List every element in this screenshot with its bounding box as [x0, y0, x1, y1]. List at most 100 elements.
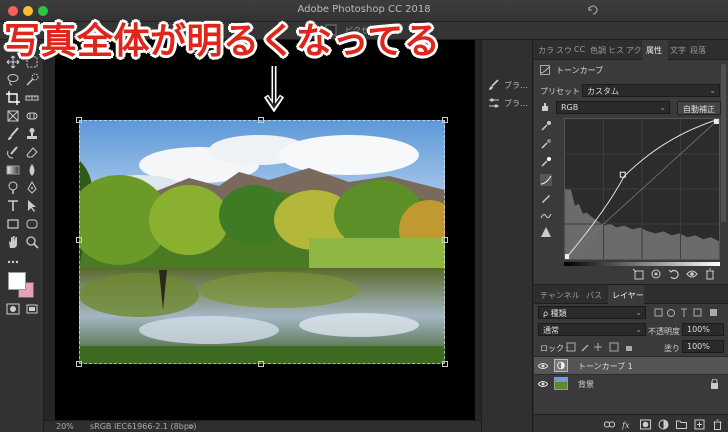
blur-tool-icon[interactable] — [25, 163, 39, 177]
layer-row-curves[interactable]: トーンカーブ 1 — [534, 356, 728, 374]
quick-selection-icon[interactable] — [25, 73, 39, 87]
adjustment-layer-icon[interactable] — [658, 419, 669, 430]
smooth-curve-icon[interactable] — [540, 210, 552, 222]
new-group-folder-icon[interactable] — [676, 419, 687, 430]
quick-mask-icon[interactable] — [6, 302, 20, 316]
annotation-caption: 写真全体が明るくなってる — [4, 21, 441, 62]
preset-dropdown[interactable]: カスタム ⌄ — [582, 84, 720, 97]
stamp-tool-icon[interactable] — [25, 127, 39, 141]
curve-point-tool-icon[interactable] — [540, 174, 552, 186]
gradient-tool-icon[interactable] — [6, 163, 20, 177]
tab-cc-libraries[interactable]: CC — [574, 45, 585, 54]
tab-actions[interactable]: アク — [626, 45, 642, 56]
brush-settings-icon — [489, 79, 499, 90]
auto-button[interactable]: 自動補正 — [677, 101, 721, 115]
delete-layer-trash-icon[interactable] — [712, 419, 723, 430]
dock-item-label: ブラ... — [504, 81, 528, 90]
properties-scrollbar[interactable] — [721, 64, 726, 222]
visibility-eye-icon[interactable] — [538, 379, 548, 389]
crop-handle-top-right[interactable] — [442, 117, 448, 123]
lock-icon — [711, 379, 718, 389]
crop-tool-icon[interactable] — [6, 91, 20, 105]
chevron-down-icon: ⌄ — [635, 308, 642, 317]
path-selection-icon[interactable] — [25, 199, 39, 213]
dock-brush-settings[interactable]: ブラ... — [488, 78, 532, 92]
ruler-tool-icon[interactable] — [25, 91, 39, 105]
eyedropper-gray-icon[interactable] — [540, 138, 552, 150]
link-layers-icon[interactable] — [604, 419, 615, 430]
background-layer-thumbnail — [554, 377, 568, 390]
patch-tool-icon[interactable] — [25, 109, 39, 123]
tab-color[interactable]: カラ — [538, 45, 554, 56]
dodge-tool-icon[interactable] — [6, 181, 20, 195]
dock-brushes[interactable]: ブラ... — [488, 96, 532, 110]
chevron-down-icon: ⌄ — [635, 325, 642, 334]
reset-icon[interactable] — [668, 268, 680, 280]
layer-kind-filter[interactable]: ρ 種類 ⌄ — [538, 306, 646, 319]
crop-handle-left[interactable] — [76, 237, 82, 243]
view-previous-state-icon[interactable] — [650, 268, 662, 280]
clipping-warning-icon[interactable] — [540, 226, 552, 238]
tab-channels[interactable]: チャンネル — [540, 290, 580, 301]
status-menu-arrow[interactable]: > — [188, 422, 195, 431]
curves-adjustment-icon — [540, 65, 550, 75]
lock-options-icons[interactable] — [566, 342, 636, 352]
delete-trash-icon[interactable] — [704, 268, 716, 280]
properties-panel: カラ スウ CC 色調 ヒス アク 属性 文字 段落 トーンカーブ プリセット … — [534, 40, 728, 432]
layers-footer-icons: fx — [534, 414, 728, 432]
tab-adjustments[interactable]: 色調 — [590, 45, 606, 56]
lasso-tool-icon[interactable] — [6, 73, 20, 87]
zoom-tool-icon[interactable] — [25, 235, 39, 249]
crop-handle-bottom-right[interactable] — [442, 361, 448, 367]
hand-tool-icon[interactable] — [6, 235, 20, 249]
brush-presets-icon — [489, 98, 499, 108]
crop-boundary[interactable] — [76, 117, 448, 367]
zoom-level[interactable]: 20% — [56, 422, 74, 431]
tab-character[interactable]: 文字 — [670, 45, 686, 56]
eraser-tool-icon[interactable] — [25, 145, 39, 159]
layer-row-background[interactable]: 背景 — [534, 374, 728, 392]
tab-layers[interactable]: レイヤー — [612, 290, 644, 301]
crop-handle-top[interactable] — [258, 117, 264, 123]
rectangle-tool-icon[interactable] — [6, 217, 20, 231]
hand-adjust-icon[interactable] — [540, 102, 550, 112]
channel-dropdown[interactable]: RGB ⌄ — [556, 101, 670, 114]
filter-type-icons[interactable] — [654, 308, 720, 318]
crop-handle-bottom[interactable] — [258, 361, 264, 367]
eyedropper-black-icon[interactable] — [540, 120, 552, 132]
tab-histogram[interactable]: ヒス — [608, 45, 624, 56]
panel-tabs: カラ スウ CC 色調 ヒス アク 属性 文字 段落 — [534, 40, 728, 60]
clip-to-layer-icon[interactable] — [632, 268, 644, 280]
tab-swatches[interactable]: スウ — [556, 45, 572, 56]
new-layer-icon[interactable] — [694, 419, 705, 430]
home-icon[interactable] — [586, 3, 600, 17]
crop-handle-right[interactable] — [442, 237, 448, 243]
pencil-curve-icon[interactable] — [540, 192, 552, 204]
visibility-eye-icon[interactable] — [538, 361, 548, 371]
fill-field[interactable]: 100% — [682, 340, 724, 353]
screen-mode-icon[interactable] — [25, 302, 39, 316]
tone-curve-graph[interactable] — [564, 118, 720, 260]
tab-paths[interactable]: パス — [586, 290, 602, 301]
type-tool-icon[interactable] — [6, 199, 20, 213]
eyedropper-white-icon[interactable] — [540, 156, 552, 168]
history-brush-icon[interactable] — [6, 145, 20, 159]
kind-filter-value: ρ 種類 — [543, 309, 567, 318]
crop-handle-top-left[interactable] — [76, 117, 82, 123]
tab-properties[interactable]: 属性 — [646, 45, 662, 56]
layers-tabs: チャンネル パス レイヤー — [534, 284, 728, 305]
opacity-field[interactable]: 100% — [682, 323, 724, 336]
blend-mode-dropdown[interactable]: 通常 ⌄ — [538, 323, 646, 336]
foreground-color-swatch[interactable] — [8, 272, 26, 290]
preset-label: プリセット : — [540, 87, 586, 96]
tab-paragraph[interactable]: 段落 — [690, 45, 706, 56]
layer-style-fx-icon[interactable]: fx — [622, 419, 633, 430]
brush-tool-icon[interactable] — [6, 127, 20, 141]
more-tools-icon[interactable] — [6, 255, 20, 269]
add-mask-icon[interactable] — [640, 419, 651, 430]
frame-tool-icon[interactable] — [6, 109, 20, 123]
visibility-eye-icon[interactable] — [686, 268, 698, 280]
pen-tool-icon[interactable] — [25, 181, 39, 195]
ellipse-tool-icon[interactable] — [25, 217, 39, 231]
crop-handle-bottom-left[interactable] — [76, 361, 82, 367]
